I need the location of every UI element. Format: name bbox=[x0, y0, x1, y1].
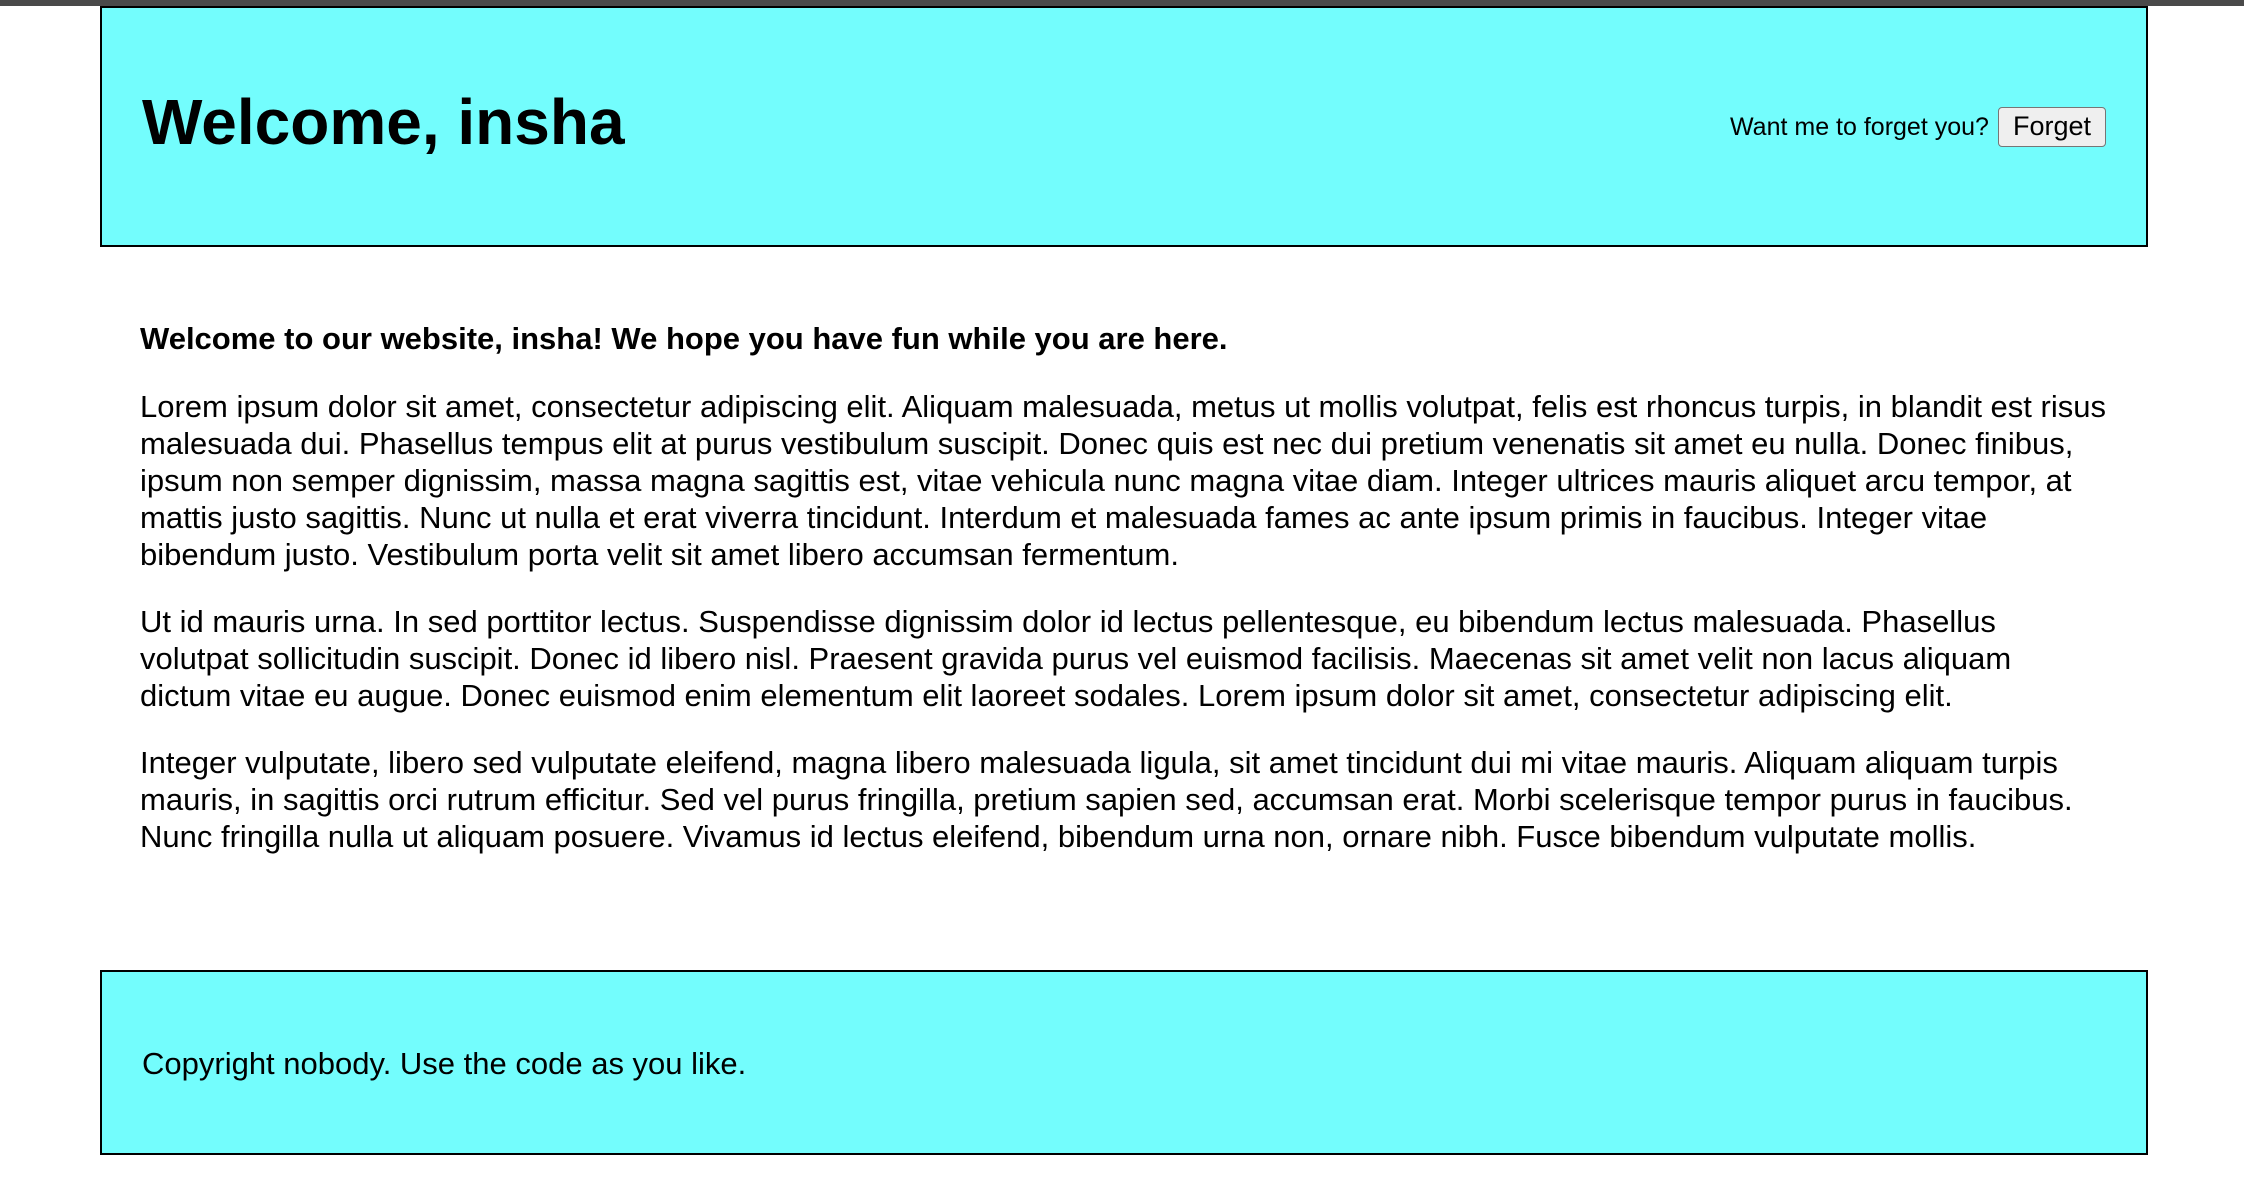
page-header: Welcome, insha Want me to forget you? Fo… bbox=[100, 6, 2148, 247]
page-title: Welcome, insha bbox=[142, 86, 625, 158]
footer-copyright: Copyright nobody. Use the code as you li… bbox=[142, 1046, 747, 1081]
main-content: Welcome to our website, insha! We hope y… bbox=[140, 320, 2110, 855]
body-paragraph-3: Integer vulputate, libero sed vulputate … bbox=[140, 745, 2073, 854]
body-paragraph-1: Lorem ipsum dolor sit amet, consectetur … bbox=[140, 389, 2106, 572]
forget-area: Want me to forget you? Forget bbox=[1730, 107, 2106, 147]
intro-text: Welcome to our website, insha! We hope y… bbox=[140, 321, 1228, 356]
body-paragraph-2: Ut id mauris urna. In sed porttitor lect… bbox=[140, 604, 2012, 713]
forget-prompt: Want me to forget you? bbox=[1730, 112, 1989, 141]
page-footer: Copyright nobody. Use the code as you li… bbox=[100, 970, 2148, 1155]
forget-button[interactable]: Forget bbox=[1997, 107, 2106, 147]
